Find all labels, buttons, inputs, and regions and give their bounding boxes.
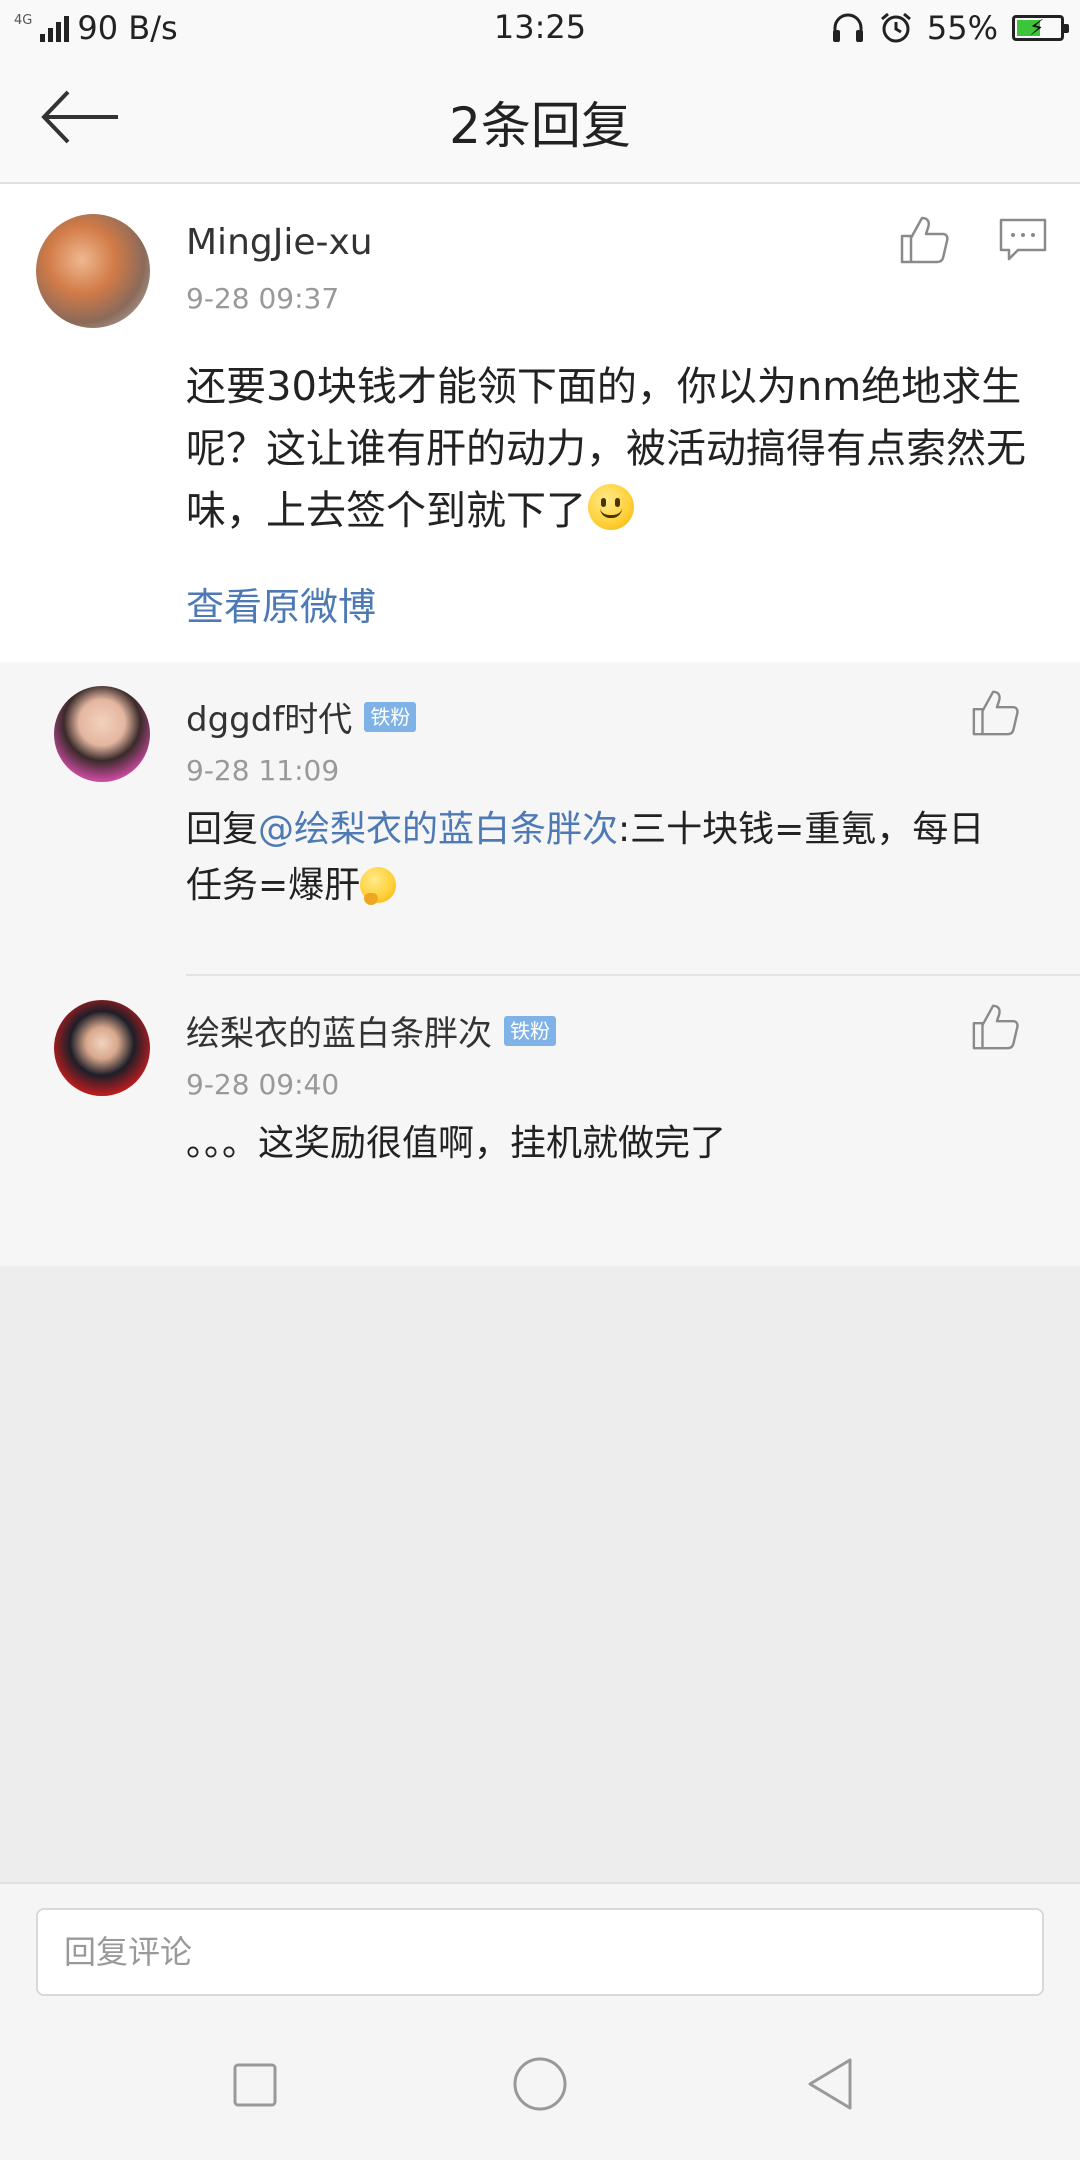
reply-author[interactable]: dggdf时代 [186,692,352,741]
thinking-emoji-icon [360,867,397,905]
network-speed: 90 B/s [77,9,178,47]
reply-item: dggdf时代 铁粉 9-28 11:09 回复@绘梨衣的蓝白条胖次:三十块钱=… [0,662,1080,976]
comment-author[interactable]: MingJie-xu [186,222,373,263]
page-title: 2条回复 [449,97,631,155]
comment-icon[interactable] [998,216,1048,264]
like-icon[interactable] [970,688,1020,738]
signal-icon [40,14,70,42]
fan-badge: 铁粉 [364,701,417,732]
avatar[interactable] [54,686,150,782]
main-comment: MingJie-xu 9-28 09:37 还要30块钱才能领下面的，你以为nm… [0,184,1080,662]
avatar[interactable] [54,1000,150,1096]
headphones-icon [832,13,863,42]
like-icon[interactable] [970,1002,1020,1052]
home-icon[interactable] [512,2056,568,2112]
reply-text: 回复@绘梨衣的蓝白条胖次:三十块钱=重氪，每日任务=爆肝 [186,802,1016,914]
bottom-bar: 回复评论 [0,1882,1080,2160]
network-type: 4G [14,12,33,28]
reply-time: 9-28 11:09 [186,754,340,787]
reply-prefix: 回复 [186,809,259,850]
alarm-icon [880,12,911,43]
reply-author-row: 绘梨衣的蓝白条胖次 铁粉 [186,1006,556,1055]
replies-list: dggdf时代 铁粉 9-28 11:09 回复@绘梨衣的蓝白条胖次:三十块钱=… [0,662,1080,1266]
comment-time: 9-28 09:37 [186,282,340,315]
mention-link[interactable]: @绘梨衣的蓝白条胖次 [258,809,618,850]
reply-comment-input[interactable]: 回复评论 [36,1908,1044,1996]
smile-emoji-icon [588,484,634,530]
reply-item: 绘梨衣的蓝白条胖次 铁粉 9-28 09:40 。。。这奖励很值啊，挂机就做完了 [0,976,1080,1266]
fan-badge: 铁粉 [504,1015,556,1046]
avatar[interactable] [36,214,150,328]
reply-author-row: dggdf时代 铁粉 [186,692,417,741]
back-icon[interactable] [804,2056,856,2112]
comment-text: 还要30块钱才能领下面的，你以为nm绝地求生呢？这让谁有肝的动力，被活动搞得有点… [186,356,1036,542]
view-original-link[interactable]: 查看原微博 [186,576,376,631]
like-icon[interactable] [898,214,950,266]
status-left: 4G 90 B/s [0,9,178,47]
battery-percent: 55% [926,9,998,47]
battery-icon: ⚡ [1012,15,1069,41]
status-right: 55% ⚡ [831,9,1080,47]
status-bar: 4G 90 B/s 13:25 55% ⚡ [0,0,1080,56]
reply-text: 。。。这奖励很值啊，挂机就做完了 [186,1123,727,1164]
charging-icon: ⚡ [1029,16,1045,41]
recent-apps-icon[interactable] [232,2062,278,2108]
reply-author[interactable]: 绘梨衣的蓝白条胖次 [186,1006,492,1055]
reply-time: 9-28 09:40 [186,1068,340,1101]
top-bar: 2条回复 [0,56,1080,184]
